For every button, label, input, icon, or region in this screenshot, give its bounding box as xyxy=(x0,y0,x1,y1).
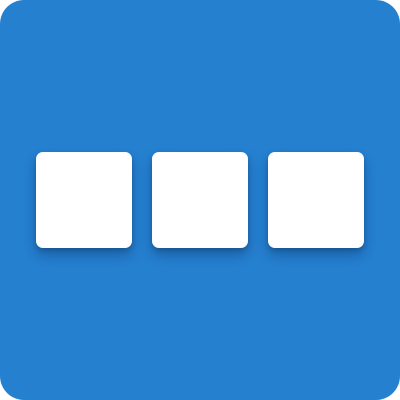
second-square-icon xyxy=(152,152,248,248)
first-square-icon xyxy=(36,152,132,248)
tiles-row xyxy=(36,152,364,248)
third-square-icon xyxy=(268,152,364,248)
app-icon-background[interactable] xyxy=(0,0,400,400)
